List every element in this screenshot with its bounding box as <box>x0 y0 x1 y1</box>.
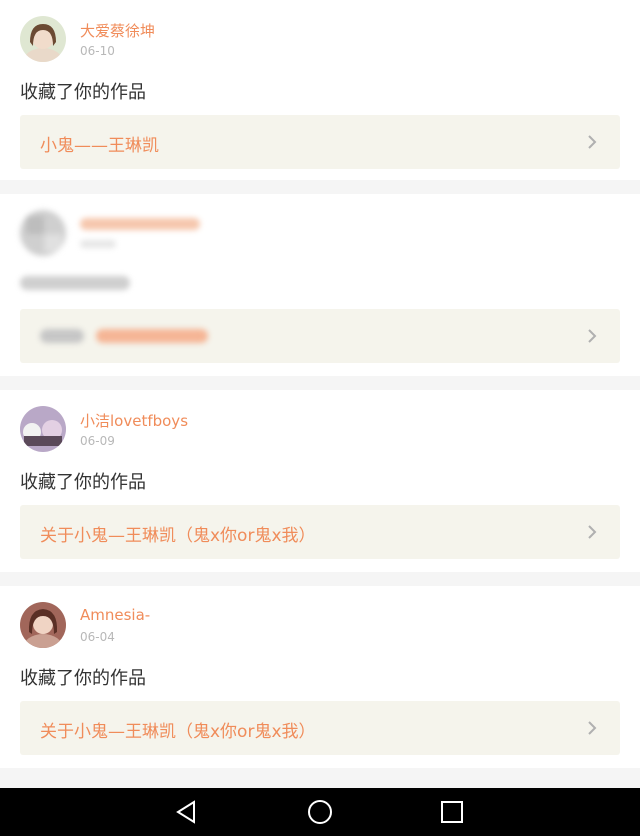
work-title: 关于小鬼—王琳凯（鬼x你or鬼x我） <box>40 722 316 742</box>
activity-date: 06-10 <box>80 44 115 58</box>
work-title: 关于小鬼—王琳凯（鬼x你or鬼x我） <box>40 526 316 546</box>
back-triangle-icon[interactable] <box>172 798 200 826</box>
avatar[interactable] <box>20 210 66 256</box>
activity-feed: 大爱蔡徐坤 06-10 收藏了你的作品 小鬼——王琳凯 小洁lovetfboys… <box>0 0 640 782</box>
user-avatar-icon <box>20 406 66 452</box>
feed-item: 大爱蔡徐坤 06-10 收藏了你的作品 小鬼——王琳凯 <box>0 0 640 180</box>
system-navigation-bar <box>0 788 640 836</box>
work-link[interactable] <box>20 309 620 363</box>
chevron-right-icon <box>588 525 597 539</box>
home-circle-icon[interactable] <box>306 798 334 826</box>
username[interactable]: 小洁lovetfboys <box>80 410 188 431</box>
recents-square-icon[interactable] <box>438 798 466 826</box>
feed-item: 小洁lovetfboys 06-09 收藏了你的作品 关于小鬼—王琳凯（鬼x你o… <box>0 390 640 572</box>
username[interactable]: Amnesia- <box>80 606 150 624</box>
blurred-date <box>80 240 116 248</box>
username[interactable]: 大爱蔡徐坤 <box>80 20 155 41</box>
user-avatar-icon <box>20 602 66 648</box>
chevron-right-icon <box>588 721 597 735</box>
chevron-right-icon <box>588 135 597 149</box>
activity-text: 收藏了你的作品 <box>20 82 146 103</box>
feed-item: Amnesia- 06-04 收藏了你的作品 关于小鬼—王琳凯（鬼x你or鬼x我… <box>0 586 640 768</box>
blurred-action <box>20 276 130 290</box>
activity-date: 06-09 <box>80 434 115 448</box>
activity-date: 06-04 <box>80 630 115 644</box>
blurred-work-title <box>96 329 208 343</box>
blurred-work-title <box>40 329 84 343</box>
work-link[interactable]: 关于小鬼—王琳凯（鬼x你or鬼x我） <box>20 505 620 559</box>
work-link[interactable]: 关于小鬼—王琳凯（鬼x你or鬼x我） <box>20 701 620 755</box>
user-avatar-icon <box>20 16 66 62</box>
activity-text: 收藏了你的作品 <box>20 472 146 493</box>
blurred-avatar-icon <box>20 210 66 256</box>
avatar[interactable] <box>20 16 66 62</box>
feed-item <box>0 194 640 376</box>
blurred-username <box>80 218 200 230</box>
activity-text: 收藏了你的作品 <box>20 668 146 689</box>
work-link[interactable]: 小鬼——王琳凯 <box>20 115 620 169</box>
avatar[interactable] <box>20 406 66 452</box>
avatar[interactable] <box>20 602 66 648</box>
chevron-right-icon <box>588 329 597 343</box>
work-title: 小鬼——王琳凯 <box>40 136 159 156</box>
